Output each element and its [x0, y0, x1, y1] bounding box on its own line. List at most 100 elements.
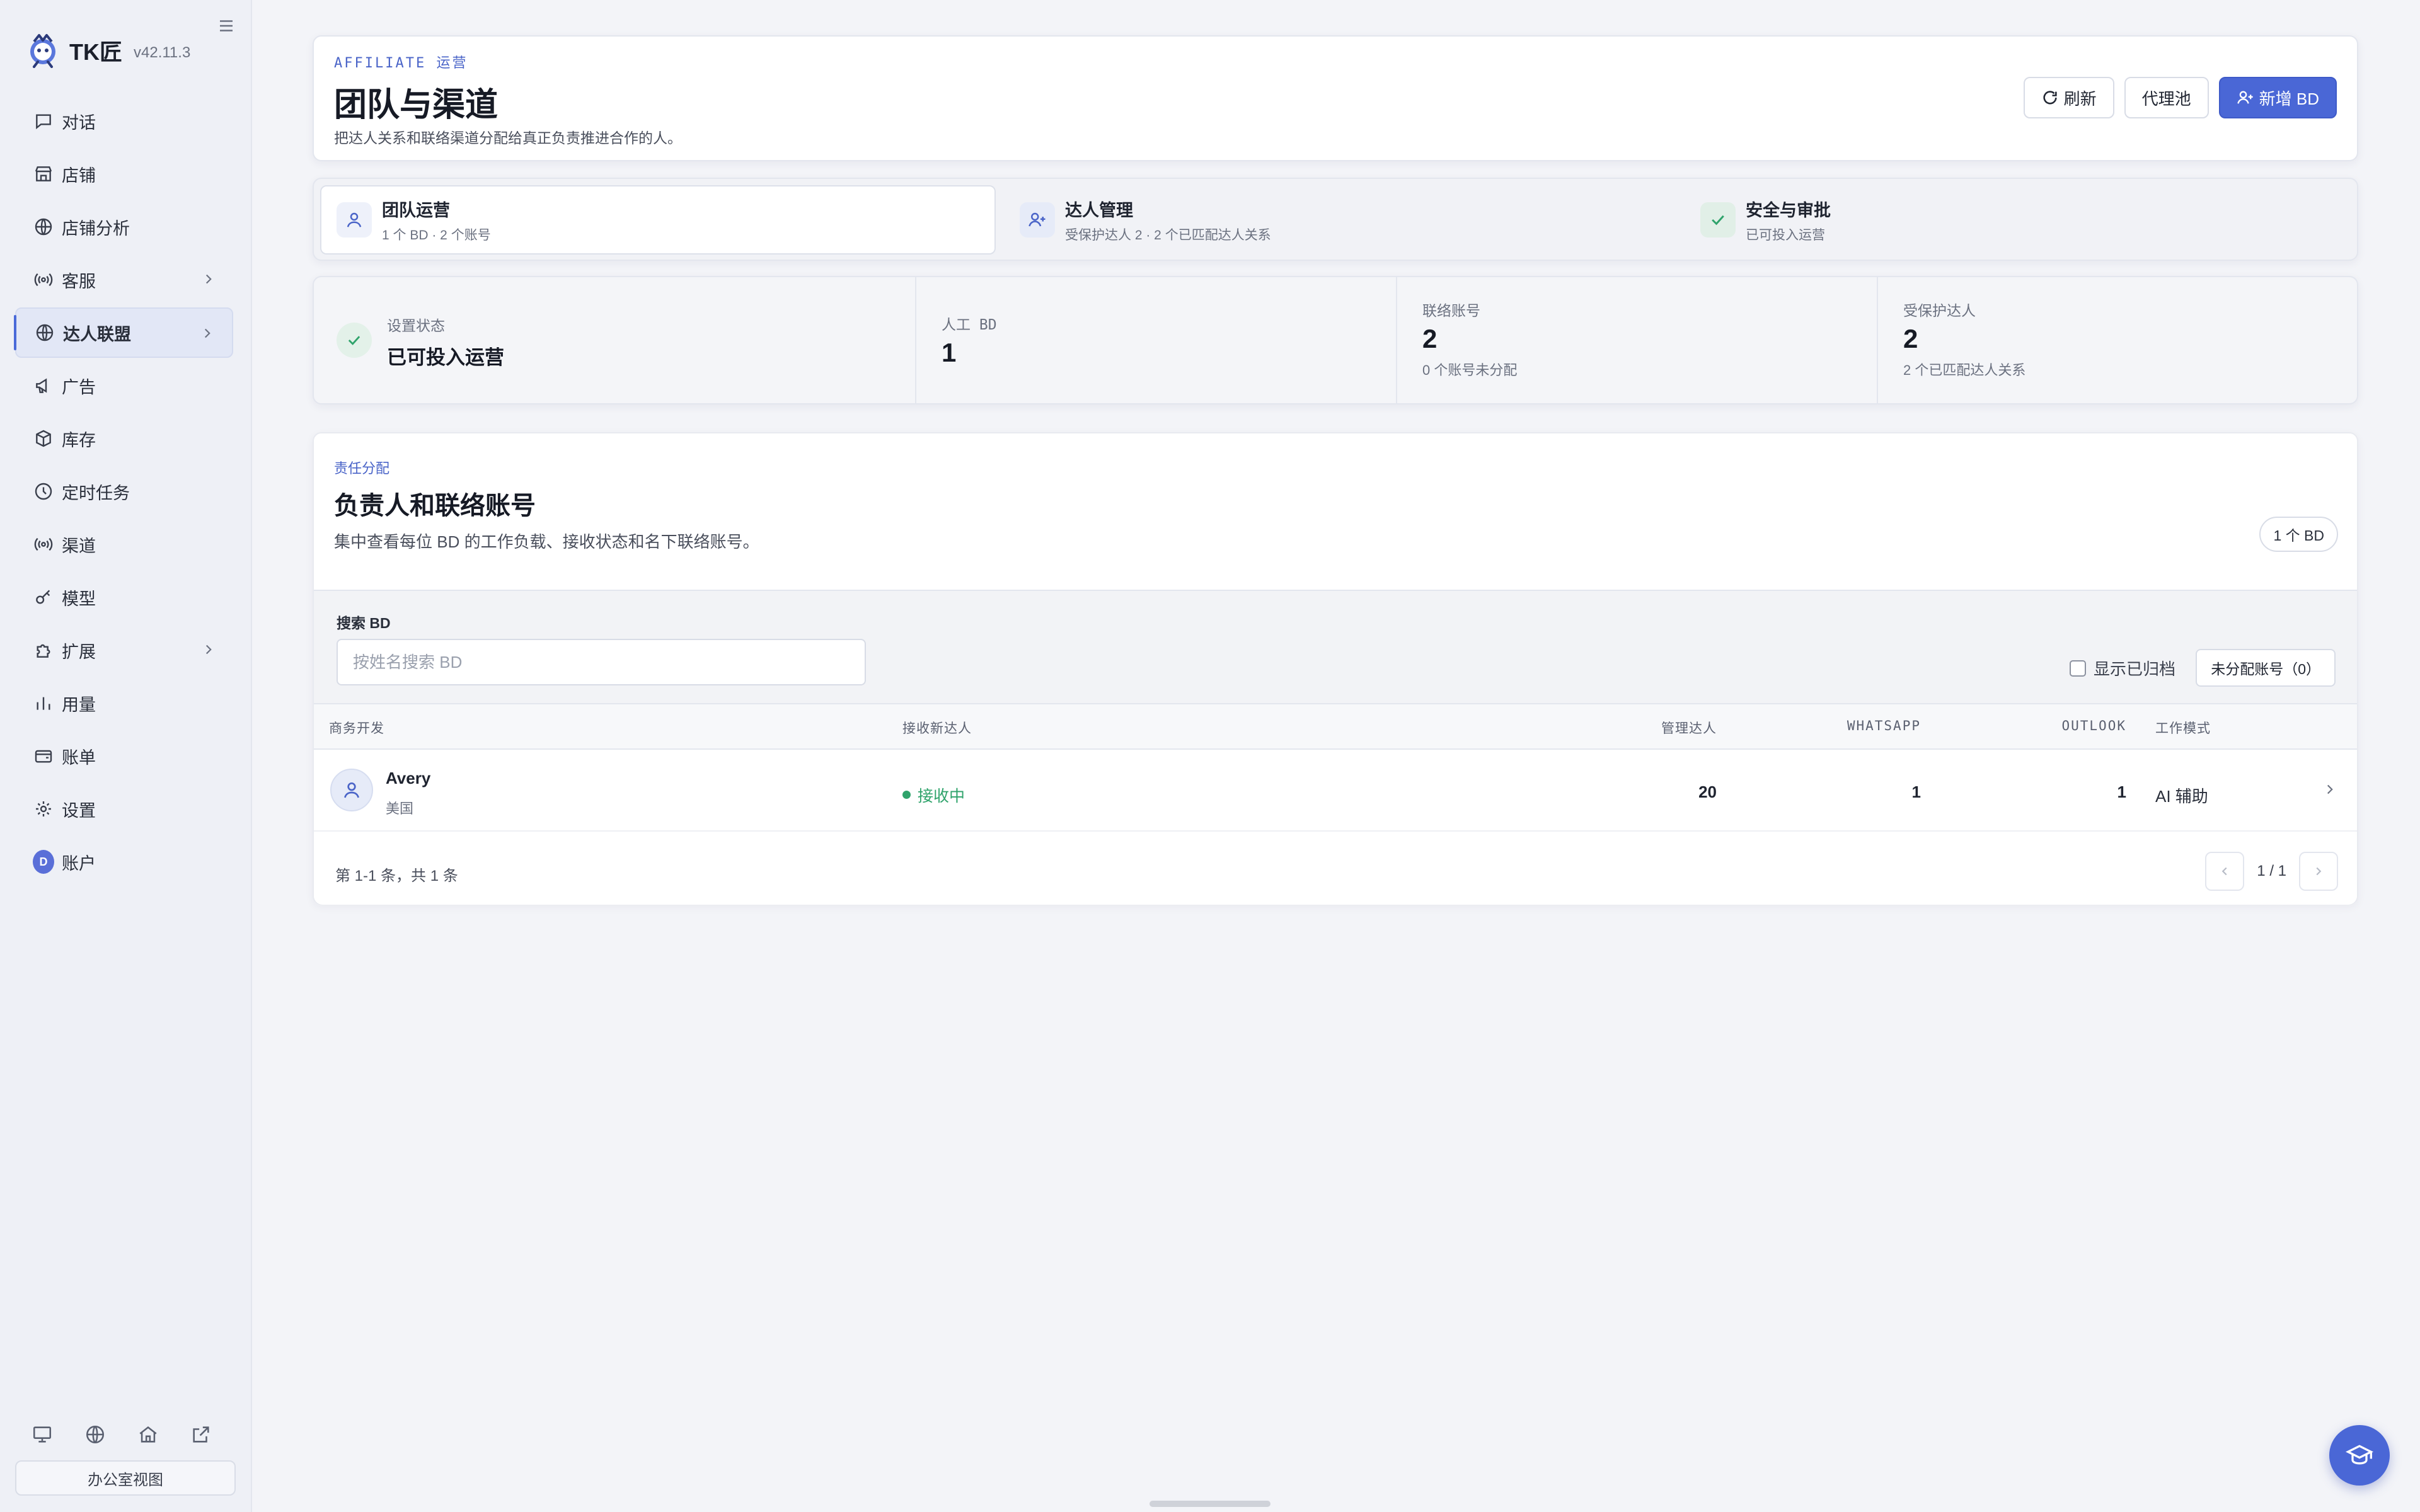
tab-team-operations[interactable]: 团队运营 1 个 BD · 2 个账号 — [320, 185, 996, 255]
tab-subtitle: 1 个 BD · 2 个账号 — [382, 227, 491, 243]
brand[interactable]: TK匠 v42.11.3 — [25, 33, 190, 68]
user-icon — [337, 202, 372, 238]
refresh-button[interactable]: 刷新 — [2023, 77, 2114, 118]
stat-manual-bd: 人工 BD 1 — [916, 277, 1397, 403]
sidebar-item-extensions[interactable]: 扩展 — [15, 625, 233, 675]
sidebar-item-label: 设置 — [62, 801, 96, 820]
bar-chart-icon — [33, 692, 54, 714]
sidebar-item-label: 店铺 — [62, 166, 96, 185]
page-title: 团队与渠道 — [334, 87, 498, 123]
sidebar: TK匠 v42.11.3 对话 店铺 店铺分析 客服 达人联盟 广告 库存 定时… — [0, 0, 252, 1512]
column-header[interactable]: 商务开发 — [329, 718, 384, 737]
check-icon — [337, 323, 372, 358]
stat-protected-creators: 受保护达人 2 2 个已匹配达人关系 — [1878, 277, 2357, 403]
help-tutorial-button[interactable] — [2329, 1425, 2390, 1486]
sidebar-item-scheduled-tasks[interactable]: 定时任务 — [15, 466, 233, 517]
tab-creator-management[interactable]: 达人管理 受保护达人 2 · 2 个已匹配达人关系 — [1005, 185, 1673, 255]
stat-sub: 2 个已匹配达人关系 — [1903, 362, 2026, 378]
external-link-icon[interactable] — [190, 1424, 212, 1445]
section-eyebrow: 责任分配 — [334, 461, 390, 476]
graduation-cap-icon — [2346, 1445, 2373, 1465]
key-icon — [33, 587, 54, 608]
check-icon — [1700, 202, 1736, 238]
sidebar-item-customer-service[interactable]: 客服 — [15, 255, 233, 305]
sidebar-item-label: 达人联盟 — [63, 324, 131, 344]
table-header: 商务开发 接收新达人 管理达人 WHATSAPP OUTLOOK 工作模式 — [314, 704, 2357, 750]
add-bd-button[interactable]: 新增 BD — [2218, 77, 2337, 118]
sidebar-item-ads[interactable]: 广告 — [15, 360, 233, 411]
chevron-right-icon[interactable] — [2322, 781, 2338, 798]
horizontal-scrollbar[interactable] — [1150, 1501, 1270, 1507]
add-user-icon — [2237, 91, 2253, 104]
chevron-right-icon — [204, 328, 210, 338]
sidebar-item-label: 广告 — [62, 377, 96, 397]
tab-title: 团队运营 — [382, 200, 450, 220]
prev-page-button[interactable] — [2205, 852, 2245, 891]
add-user-icon — [1020, 202, 1055, 238]
puzzle-icon — [33, 639, 54, 661]
globe-icon[interactable] — [84, 1424, 106, 1445]
sidebar-footer-icons — [32, 1424, 212, 1445]
broadcast-icon — [33, 534, 54, 555]
sidebar-item-settings[interactable]: 设置 — [15, 784, 233, 834]
column-header[interactable]: OUTLOOK — [1864, 718, 2126, 733]
stat-value: 2 — [1903, 324, 1918, 353]
sidebar-item-label: 店铺分析 — [62, 219, 130, 238]
stat-value: 2 — [1422, 324, 1438, 353]
chevron-left-icon — [2221, 867, 2227, 876]
sidebar-item-chat[interactable]: 对话 — [15, 96, 233, 146]
search-input[interactable] — [337, 639, 866, 685]
show-archived-checkbox[interactable] — [2070, 660, 2086, 677]
bd-count-badge: 1 个 BD — [2259, 517, 2338, 552]
sidebar-item-models[interactable]: 模型 — [15, 572, 233, 622]
clock-icon — [33, 481, 54, 502]
page-description: 把达人关系和联络渠道分配给真正负责推进合作的人。 — [334, 130, 682, 146]
sidebar-item-label: 对话 — [62, 113, 96, 132]
tab-security-approval[interactable]: 安全与审批 已可投入运营 — [1685, 185, 2353, 255]
sidebar-item-channels[interactable]: 渠道 — [15, 519, 233, 570]
sidebar-item-inventory[interactable]: 库存 — [15, 413, 233, 464]
chevron-right-icon — [205, 644, 212, 655]
bd-name: Avery — [386, 769, 431, 788]
sidebar-item-billing[interactable]: 账单 — [15, 731, 233, 781]
sidebar-collapse-icon[interactable] — [217, 16, 236, 35]
stat-label: 人工 BD — [942, 317, 997, 333]
stat-setup-status: 设置状态 已可投入运营 — [314, 277, 916, 403]
refresh-label: 刷新 — [2063, 89, 2097, 108]
table-row[interactable]: Avery 美国 接收中 20 1 1 AI 辅助 — [314, 750, 2357, 832]
sidebar-item-store[interactable]: 店铺 — [15, 149, 233, 199]
sidebar-item-label: 账户 — [62, 854, 96, 873]
tab-subtitle: 受保护达人 2 · 2 个已匹配达人关系 — [1065, 227, 1271, 243]
gear-icon — [33, 798, 54, 820]
app-logo-icon — [30, 34, 55, 68]
office-view-button[interactable]: 办公室视图 — [15, 1460, 236, 1496]
globe-icon — [34, 322, 55, 343]
show-archived-label: 显示已归档 — [2094, 660, 2176, 679]
sidebar-item-account[interactable]: D 账户 — [15, 837, 233, 887]
page-eyebrow: AFFILIATE 运营 — [334, 55, 468, 71]
proxy-pool-label: 代理池 — [2141, 89, 2191, 108]
unassigned-accounts-button[interactable]: 未分配账号（0） — [2196, 649, 2336, 687]
show-archived-toggle[interactable]: 显示已归档 — [2070, 656, 2175, 680]
tab-title: 达人管理 — [1065, 200, 1133, 220]
chat-icon — [33, 110, 54, 132]
outlook-count: 1 — [2117, 782, 2126, 801]
filter-bar: 搜索 BD 显示已归档 未分配账号（0） — [314, 591, 2357, 704]
stat-sub: 0 个账号未分配 — [1422, 362, 1518, 378]
sidebar-item-store-analytics[interactable]: 店铺分析 — [15, 202, 233, 252]
app-version: v42.11.3 — [134, 44, 191, 61]
next-page-button[interactable] — [2299, 852, 2338, 891]
stat-label: 设置状态 — [387, 318, 445, 334]
sidebar-item-affiliate[interactable]: 达人联盟 — [14, 307, 233, 358]
column-header[interactable]: 工作模式 — [2155, 718, 2211, 737]
sidebar-item-label: 模型 — [62, 589, 96, 609]
section-description: 集中查看每位 BD 的工作负载、接收状态和名下联络账号。 — [334, 532, 759, 551]
bd-region: 美国 — [386, 801, 414, 816]
monitor-icon[interactable] — [32, 1424, 53, 1445]
app-name: TK匠 — [69, 39, 122, 65]
column-header[interactable]: 接收新达人 — [902, 718, 972, 737]
proxy-pool-button[interactable]: 代理池 — [2124, 77, 2209, 118]
section-title: 负责人和联络账号 — [334, 492, 536, 520]
home-icon[interactable] — [137, 1424, 159, 1445]
sidebar-item-usage[interactable]: 用量 — [15, 678, 233, 728]
